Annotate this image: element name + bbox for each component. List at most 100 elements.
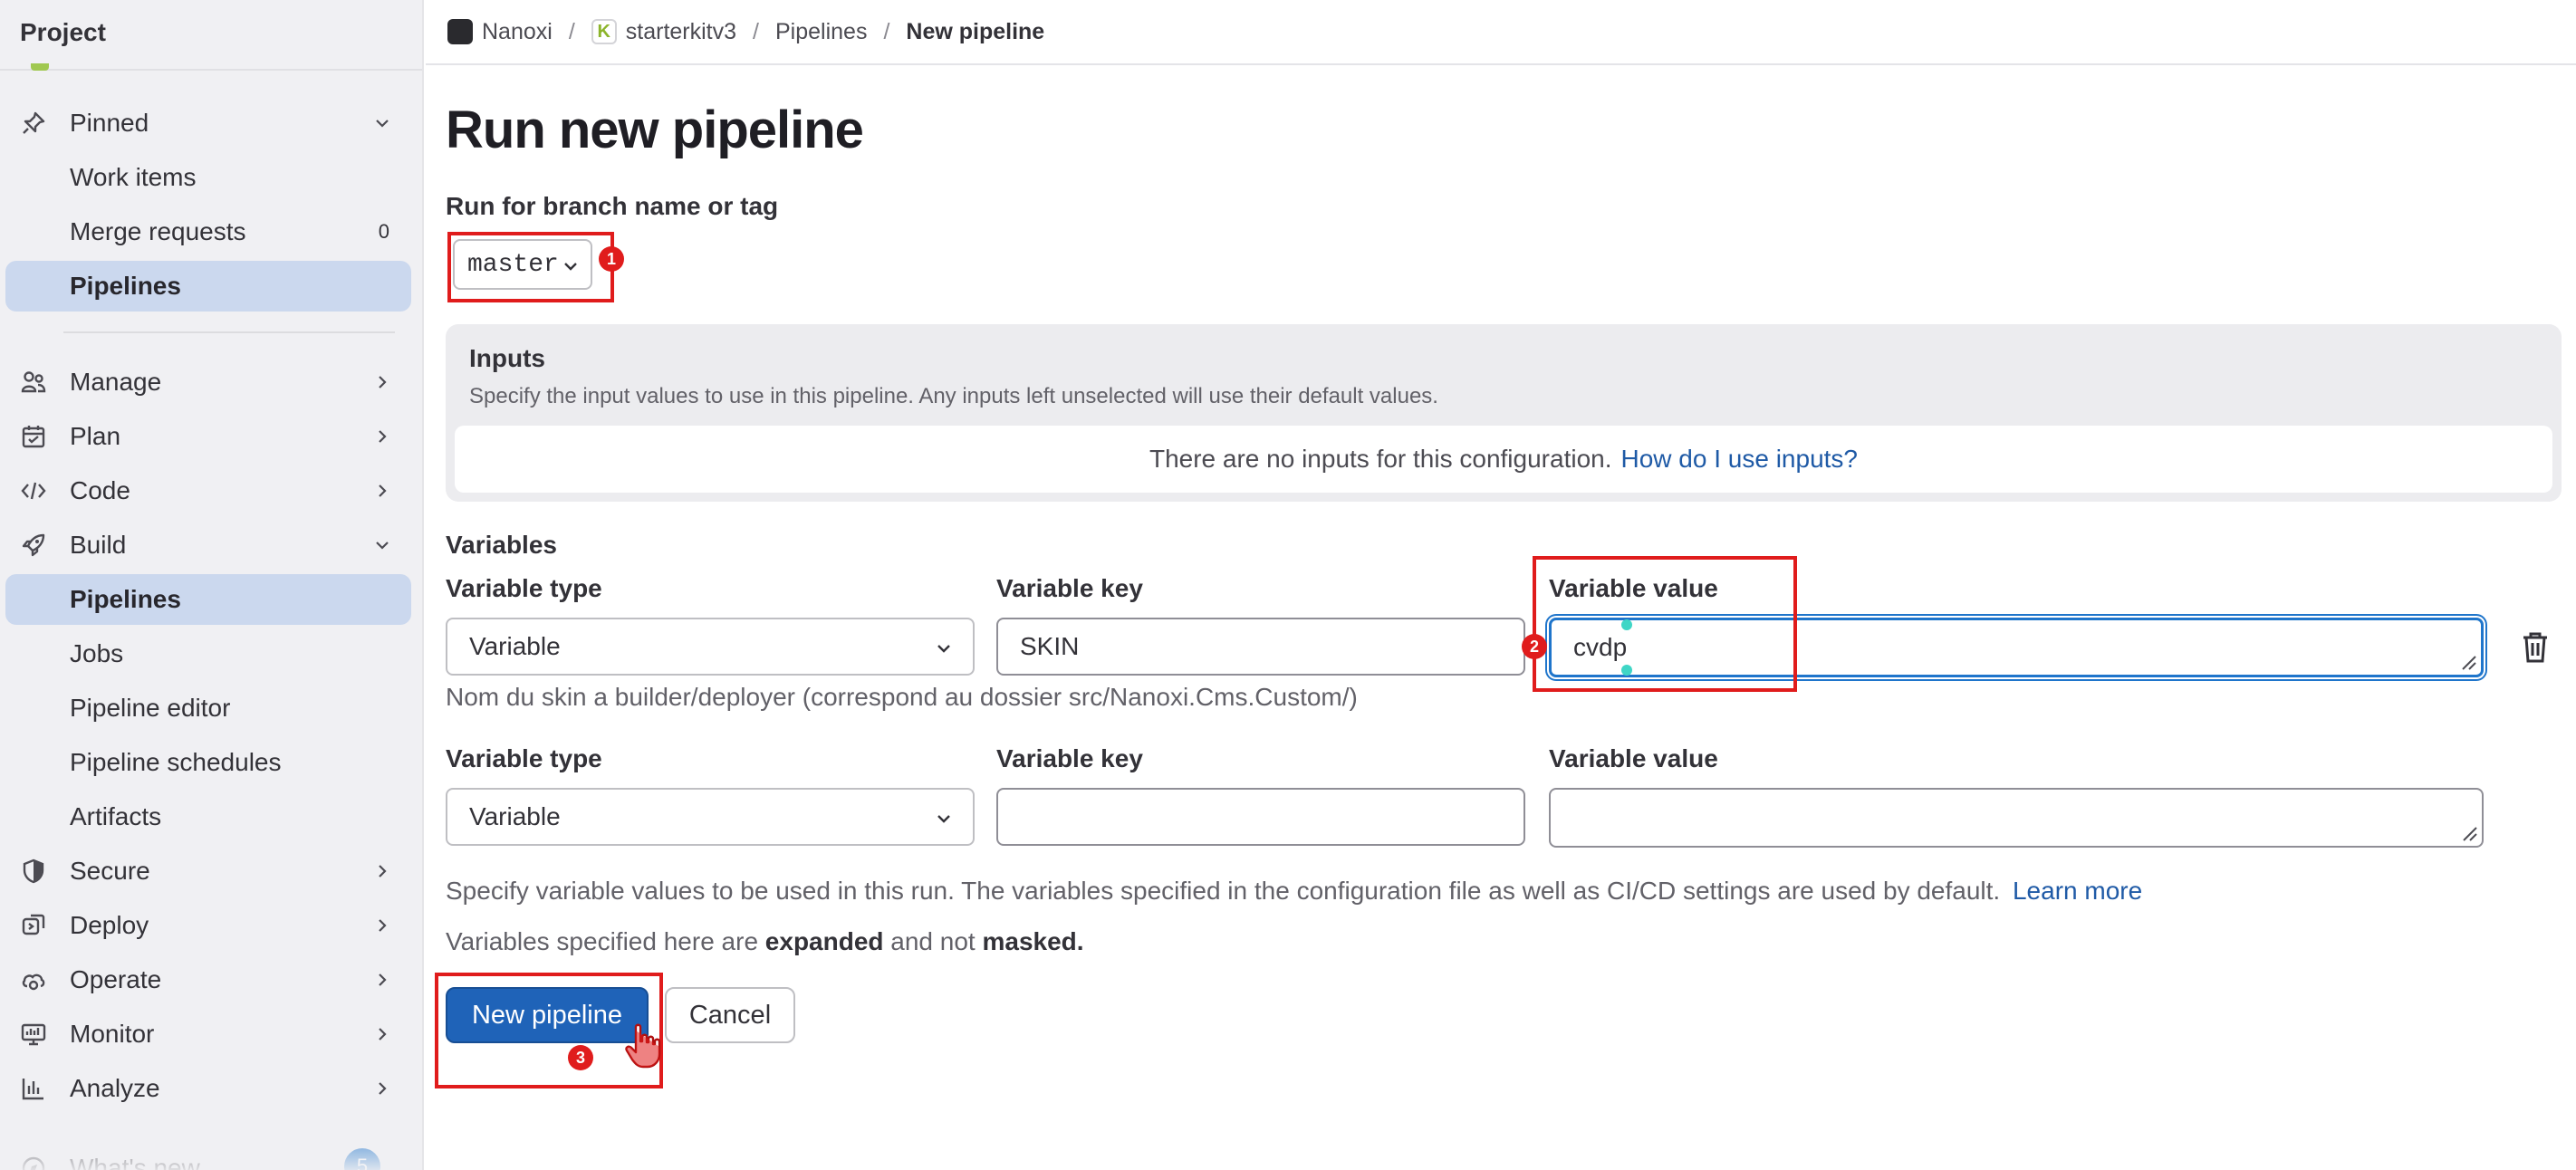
note-text: Variables specified here are	[446, 927, 765, 955]
breadcrumb-starterkitv3[interactable]: K starterkitv3	[591, 19, 736, 45]
main-content: Run new pipeline Run for branch name or …	[446, 65, 2565, 1170]
chevron-right-icon	[373, 427, 391, 446]
resize-grip-icon[interactable]	[2458, 822, 2478, 842]
chart-icon	[20, 1075, 47, 1102]
sidebar-item-jobs[interactable]: Jobs	[5, 628, 411, 679]
variable-key-label: Variable key	[996, 574, 1143, 602]
trash-icon[interactable]	[2520, 630, 2551, 665]
sidebar-item-pipeline-editor[interactable]: Pipeline editor	[5, 683, 411, 734]
chevron-down-icon	[373, 536, 391, 554]
sidebar-item-label: Pipelines	[70, 585, 181, 613]
inputs-card: Inputs Specify the input values to use i…	[446, 324, 2562, 502]
sidebar-item-deploy[interactable]: Deploy	[5, 900, 411, 951]
variable-type-value: Variable	[469, 802, 561, 830]
whats-new-count-badge: 5	[344, 1148, 380, 1170]
sidebar-item-manage[interactable]: Manage	[5, 357, 411, 408]
variables-note: Variables specified here are expanded an…	[446, 927, 1084, 956]
annotation-badge-1: 1	[599, 246, 624, 272]
hand-pointer-icon	[625, 1023, 661, 1069]
sidebar-item-label: What's new	[70, 1154, 200, 1170]
page-title: Run new pipeline	[446, 101, 864, 159]
sidebar-item-pinned-pipelines[interactable]: Pipelines	[5, 261, 411, 312]
note-bold-expanded: expanded	[764, 927, 884, 955]
sidebar-item-label: Deploy	[70, 911, 149, 939]
project-avatar-icon	[31, 63, 49, 71]
sidebar-item-monitor[interactable]: Monitor	[5, 1009, 411, 1060]
resize-grip-icon[interactable]	[2457, 651, 2477, 671]
breadcrumb-nanoxi[interactable]: Nanoxi	[447, 19, 553, 45]
deploy-icon	[20, 912, 47, 939]
chevron-right-icon	[373, 971, 391, 989]
shield-icon	[20, 858, 47, 885]
sidebar-item-work-items[interactable]: Work items	[5, 152, 411, 203]
sidebar-item-label: Secure	[70, 857, 150, 885]
users-icon	[20, 369, 47, 396]
note-bold-masked: masked.	[982, 927, 1084, 955]
annotation-badge-2: 2	[1522, 634, 1547, 659]
variable-type-select[interactable]: Variable	[446, 788, 975, 846]
breadcrumb-separator: /	[753, 18, 759, 44]
sidebar-item-operate[interactable]: Operate	[5, 954, 411, 1005]
sidebar-item-plan[interactable]: Plan	[5, 411, 411, 462]
inputs-title: Inputs	[469, 344, 545, 372]
sidebar-item-label: Plan	[70, 422, 121, 450]
text-cursor-handle-bottom	[1621, 665, 1632, 676]
chevron-down-icon	[373, 114, 391, 132]
sidebar-item-pinned[interactable]: Pinned	[5, 98, 411, 149]
chevron-right-icon	[373, 482, 391, 500]
pin-icon	[20, 110, 47, 137]
sidebar-item-label: Operate	[70, 965, 162, 993]
variable-key-value: SKIN	[1020, 632, 1080, 660]
cancel-button[interactable]: Cancel	[665, 987, 795, 1043]
annotation-badge-3: 3	[568, 1045, 593, 1070]
calendar-icon	[20, 423, 47, 450]
new-pipeline-button[interactable]: New pipeline	[446, 987, 649, 1043]
breadcrumb-pipelines[interactable]: Pipelines	[775, 19, 867, 45]
sidebar-item-analyze[interactable]: Analyze	[5, 1063, 411, 1114]
project-avatar-icon: K	[591, 19, 617, 44]
chevron-right-icon	[373, 862, 391, 880]
how-to-use-inputs-link[interactable]: How do I use inputs?	[1621, 445, 1859, 474]
sidebar-item-code[interactable]: Code	[5, 465, 411, 516]
cloud-gear-icon	[20, 966, 47, 993]
variable-value-textarea[interactable]: cvdp	[1549, 618, 2484, 677]
sidebar-item-merge-requests[interactable]: Merge requests 0	[5, 206, 411, 257]
variable-value-textarea[interactable]	[1549, 788, 2484, 848]
inputs-description: Specify the input values to use in this …	[469, 384, 1438, 408]
inputs-empty-text: There are no inputs for this configurati…	[1149, 445, 1612, 473]
variable-key-input[interactable]	[996, 788, 1525, 846]
variable-type-select[interactable]: Variable	[446, 618, 975, 676]
learn-more-link[interactable]: Learn more	[2013, 877, 2142, 905]
branch-select-value: master	[467, 250, 559, 279]
variable-key-input[interactable]: SKIN	[996, 618, 1525, 676]
sidebar: Project Pinned Work items Merge requests…	[0, 0, 424, 1170]
sidebar-item-pipelines[interactable]: Pipelines	[5, 574, 411, 625]
sidebar-item-whats-new[interactable]: What's new 5	[5, 1143, 411, 1170]
breadcrumb-separator: /	[568, 18, 575, 44]
sidebar-item-label: Code	[70, 476, 130, 504]
variables-help-text: Specify variable values to be used in th…	[446, 877, 2142, 906]
variable-type-value: Variable	[469, 632, 561, 660]
sidebar-item-secure[interactable]: Secure	[5, 846, 411, 897]
variable-value-label: Variable value	[1549, 744, 1718, 772]
breadcrumb-label: starterkitv3	[625, 18, 737, 44]
sidebar-item-label: Pipelines	[70, 272, 181, 300]
variable-value-text: cvdp	[1573, 633, 1628, 661]
breadcrumb-separator: /	[883, 18, 890, 44]
variables-help-sentence: Specify variable values to be used in th…	[446, 877, 2001, 905]
sidebar-header: Project	[0, 0, 422, 71]
branch-select[interactable]: master	[453, 239, 592, 290]
sidebar-item-build[interactable]: Build	[5, 520, 411, 571]
sidebar-item-label: Jobs	[70, 639, 124, 667]
sidebar-item-label: Manage	[70, 368, 162, 396]
variable-value-label: Variable value	[1549, 574, 1718, 602]
breadcrumb: Nanoxi / K starterkitv3 / Pipelines / Ne…	[426, 0, 2576, 65]
compass-icon	[20, 1155, 47, 1170]
breadcrumb-label: Nanoxi	[482, 18, 553, 44]
chevron-right-icon	[373, 1025, 391, 1043]
sidebar-item-artifacts[interactable]: Artifacts	[5, 791, 411, 842]
chevron-right-icon	[373, 1079, 391, 1098]
breadcrumb-new-pipeline: New pipeline	[906, 18, 1045, 44]
sidebar-item-pipeline-schedules[interactable]: Pipeline schedules	[5, 737, 411, 788]
sidebar-item-label: Merge requests	[70, 217, 246, 245]
